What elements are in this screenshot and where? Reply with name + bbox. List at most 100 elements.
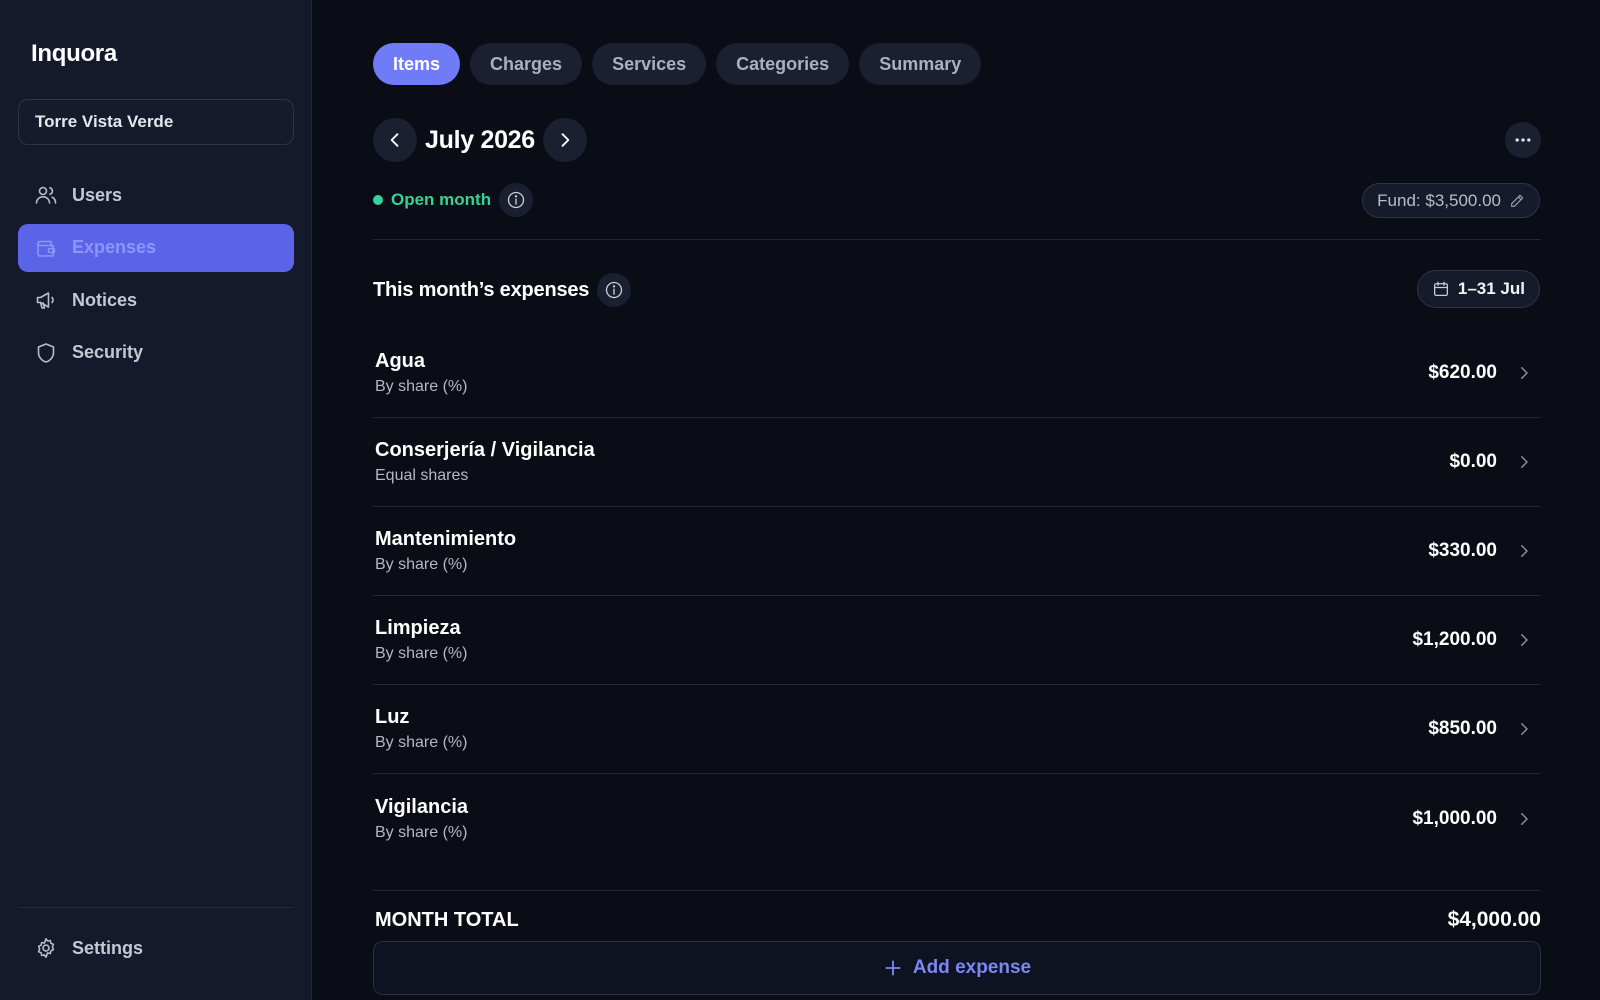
chevron-right-icon [1521,456,1528,468]
more-horizontal-icon [1515,138,1531,142]
fund-label: Fund: $3,500.00 [1377,190,1501,210]
add-expense-button[interactable]: Add expense [373,941,1541,995]
prev-month-button[interactable] [373,118,417,162]
expense-right: $330.00 [1428,540,1541,562]
wallet-icon [37,240,56,257]
expense-method: By share (%) [375,823,468,841]
expense-amount: $0.00 [1449,451,1497,472]
expense-row-conserjeria[interactable]: Conserjería / Vigilancia Equal shares $0… [373,418,1541,507]
add-expense-label: Add expense [912,957,1032,978]
more-options-button[interactable] [1505,122,1541,158]
expense-name: Limpieza [375,617,461,639]
sidebar-item-security[interactable]: Security [18,329,294,377]
info-icon [606,281,623,299]
expense-right: $1,000.00 [1412,808,1541,830]
expense-right: $850.00 [1428,718,1541,740]
expense-info: Agua By share (%) [375,350,467,396]
sidebar-item-notices[interactable]: Notices [18,276,294,324]
sidebar-divider [18,907,294,908]
sidebar-item-label: Users [72,184,123,205]
fund-edit-button[interactable]: Fund: $3,500.00 [1362,183,1540,218]
expense-row-mantenimiento[interactable]: Mantenimiento By share (%) $330.00 [373,507,1541,596]
sidebar-item-label: Expenses [72,237,157,257]
sidebar-item-expenses[interactable]: Expenses [18,223,294,272]
status-info-button[interactable] [499,183,534,217]
chevron-right-icon [1521,812,1528,825]
expense-amount: $1,200.00 [1412,629,1497,650]
tab-items[interactable]: Items [373,43,461,85]
megaphone-icon [36,292,54,309]
expense-right: $0.00 [1449,451,1541,473]
gear-icon [37,938,55,958]
sidebar-item-label: Security [72,342,144,362]
expense-row-luz[interactable]: Luz By share (%) $850.00 [373,685,1541,774]
chevron-right-icon [1521,367,1528,379]
section-title: This month’s expenses [373,278,590,301]
total-value: $4,000.00 [1447,908,1541,931]
tab-charges[interactable]: Charges [470,43,583,85]
expense-right: $1,200.00 [1412,629,1541,651]
expense-info: Mantenimiento By share (%) [375,528,516,574]
total-label: MONTH TOTAL [375,908,519,931]
expense-row-vigilancia[interactable]: Vigilancia By share (%) $1,000.00 [373,774,1541,863]
date-range-button[interactable]: 1–31 Jul [1416,270,1540,308]
expense-row-limpieza[interactable]: Limpieza By share (%) $1,200.00 [373,596,1541,685]
sidebar-item-settings[interactable]: Settings [18,924,294,972]
chevron-right-icon [1521,545,1528,557]
expense-name: Conserjería / Vigilancia [375,439,595,461]
expense-amount: $330.00 [1428,540,1497,561]
tab-bar: Items Charges Services Categories Summar… [373,43,982,85]
month-total: MONTH TOTAL $4,000.00 [375,908,1541,932]
pencil-icon [1511,194,1524,207]
sidebar-item-users[interactable]: Users [18,171,294,219]
shield-icon [37,342,55,363]
building-name: Torre Vista Verde [35,112,174,131]
chevron-left-icon [390,133,399,147]
expense-amount: $850.00 [1428,718,1497,739]
building-selector[interactable]: Torre Vista Verde [18,99,294,145]
expense-info: Vigilancia By share (%) [375,796,468,842]
expense-info: Luz By share (%) [375,706,467,752]
app-root: Inquora Torre Vista Verde Users Expenses… [0,0,1600,1000]
brand-logo: Inquora [31,40,117,67]
expense-right: $620.00 [1428,362,1541,384]
expense-info: Conserjería / Vigilancia Equal shares [375,439,595,485]
expense-amount: $1,000.00 [1412,807,1497,829]
expense-amount: $620.00 [1428,362,1497,383]
expense-list: Agua By share (%) $620.00 Conserjería / … [373,329,1541,863]
expense-method: By share (%) [375,378,468,395]
main-content: Items Charges Services Categories Summar… [312,0,1600,1000]
section-info-button[interactable] [597,273,632,307]
tab-categories[interactable]: Categories [716,43,850,85]
expense-name: Agua [375,350,425,372]
chevron-right-icon [1521,634,1528,646]
sidebar-item-label: Notices [72,289,138,310]
month-navigator: July 2026 [373,118,587,162]
expense-method: By share (%) [375,556,468,573]
expense-info: Limpieza By share (%) [375,617,467,663]
tab-summary[interactable]: Summary [859,43,982,85]
expense-name: Mantenimiento [375,528,517,550]
status-dot [373,195,383,205]
date-range-label: 1–31 Jul [1457,279,1525,298]
calendar-icon [1433,281,1448,297]
next-month-button[interactable] [542,118,587,162]
sidebar: Inquora Torre Vista Verde Users Expenses… [0,0,312,1000]
expense-name: Vigilancia [375,795,469,818]
total-divider [373,890,1541,891]
plus-icon [885,960,901,976]
tab-services[interactable]: Services [592,43,707,85]
chevron-right-icon [1521,723,1528,735]
info-icon [507,191,525,209]
chevron-right-icon [561,133,570,147]
expense-name: Luz [375,706,410,728]
sidebar-nav: Users Expenses Notices Security [18,171,294,381]
expense-row-agua[interactable]: Agua By share (%) $620.00 [373,329,1541,418]
expense-method: Equal shares [375,467,469,484]
sidebar-item-label: Settings [72,937,144,958]
month-status: Open month [373,183,534,217]
expense-method: By share (%) [375,645,468,662]
users-icon [35,186,57,204]
expense-method: By share (%) [375,734,468,751]
header-divider [373,239,1541,240]
